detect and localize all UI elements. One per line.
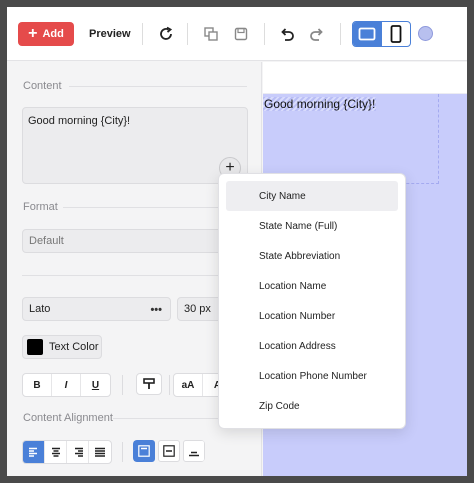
toolbar: + Add Preview xyxy=(7,7,467,61)
content-textarea[interactable]: Good morning {City}! xyxy=(22,107,248,184)
insert-variable-menu: City Name State Name (Full) State Abbrev… xyxy=(218,173,406,429)
align-left-icon[interactable] xyxy=(23,441,45,463)
text-color-label: Text Color xyxy=(49,341,99,353)
save-icon[interactable] xyxy=(230,23,252,45)
case-lower-button[interactable]: aA xyxy=(174,374,203,396)
align-top-icon[interactable] xyxy=(133,440,155,462)
format-clear-icon xyxy=(143,378,155,389)
toolbar-divider xyxy=(264,23,265,45)
align-right-icon[interactable] xyxy=(67,441,89,463)
font-size-value: 30 px xyxy=(184,303,211,315)
format-select[interactable]: Default xyxy=(22,229,248,253)
font-family-value: Lato xyxy=(29,303,51,315)
text-color-button[interactable]: Text Color xyxy=(22,335,102,359)
divider xyxy=(122,375,123,395)
clear-format-button[interactable] xyxy=(136,373,162,395)
divider xyxy=(122,442,123,462)
undo-icon[interactable] xyxy=(276,23,298,45)
mobile-icon[interactable] xyxy=(382,22,411,46)
bold-button[interactable]: B xyxy=(23,374,52,396)
divider xyxy=(69,86,247,87)
menu-item-state-name[interactable]: State Name (Full) xyxy=(226,211,398,241)
underline-button[interactable]: U xyxy=(81,374,110,396)
background-color-button[interactable] xyxy=(418,26,433,41)
duplicate-icon[interactable] xyxy=(200,23,222,45)
add-button-label: Add xyxy=(42,28,64,40)
format-select-value: Default xyxy=(29,235,64,247)
content-alignment-label: Content Alignment xyxy=(23,412,113,424)
content-label: Content xyxy=(23,80,62,92)
menu-item-location-number[interactable]: Location Number xyxy=(226,301,398,331)
divider xyxy=(169,375,170,395)
toolbar-divider xyxy=(142,23,143,45)
align-bottom-icon[interactable] xyxy=(183,440,205,462)
color-swatch xyxy=(27,339,43,355)
redo-icon[interactable] xyxy=(306,23,328,45)
text-style-group: B I U xyxy=(22,373,111,397)
menu-item-location-phone[interactable]: Location Phone Number xyxy=(226,361,398,391)
align-justify-icon[interactable] xyxy=(89,441,111,463)
vertical-alignment-group xyxy=(133,440,205,462)
more-icon: ••• xyxy=(150,304,162,316)
menu-item-location-address[interactable]: Location Address xyxy=(226,331,398,361)
plus-icon: + xyxy=(28,25,38,42)
menu-item-location-name[interactable]: Location Name xyxy=(226,271,398,301)
add-button[interactable]: + Add xyxy=(18,22,74,46)
menu-item-city-name[interactable]: City Name xyxy=(226,181,398,211)
toolbar-divider xyxy=(340,23,341,45)
device-toggle xyxy=(352,21,411,47)
refresh-icon[interactable] xyxy=(155,23,177,45)
divider xyxy=(22,275,248,276)
preview-button[interactable]: Preview xyxy=(87,22,133,46)
menu-item-state-abbreviation[interactable]: State Abbreviation xyxy=(226,241,398,271)
align-center-icon[interactable] xyxy=(45,441,67,463)
canvas-header xyxy=(263,62,467,94)
menu-item-zip-code[interactable]: Zip Code xyxy=(226,391,398,421)
editor-window: + Add Preview Content Good morning {City… xyxy=(7,7,467,476)
font-family-select[interactable]: Lato ••• xyxy=(22,297,171,321)
canvas-text-block[interactable]: Good morning {City}! xyxy=(263,97,377,111)
desktop-icon[interactable] xyxy=(353,22,382,46)
toolbar-divider xyxy=(187,23,188,45)
format-label: Format xyxy=(23,201,58,213)
horizontal-alignment-group xyxy=(22,440,112,464)
align-middle-icon[interactable] xyxy=(158,440,180,462)
italic-button[interactable]: I xyxy=(52,374,81,396)
